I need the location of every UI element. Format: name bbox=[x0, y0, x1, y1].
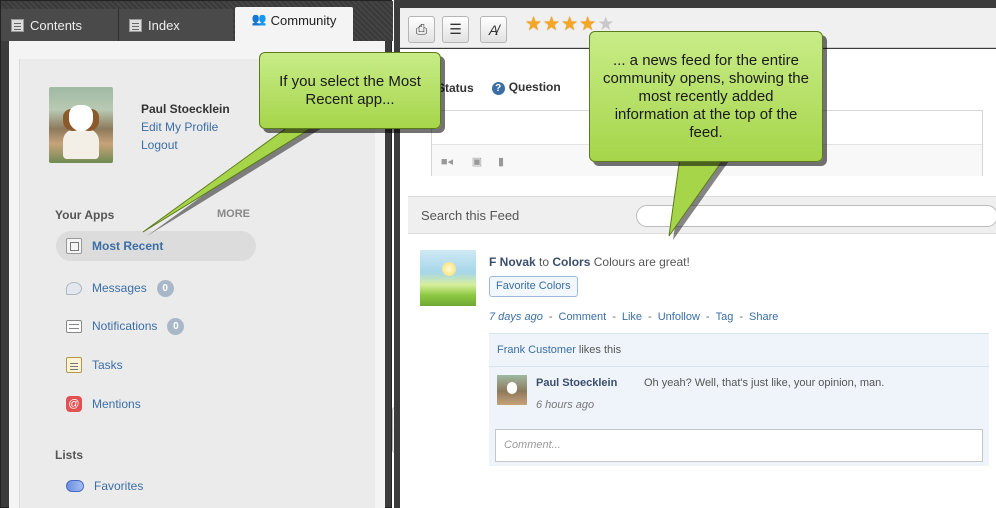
post-connector: to bbox=[539, 255, 550, 269]
comment-action[interactable]: Comment bbox=[559, 311, 607, 323]
clear-highlight-icon: A̸ bbox=[488, 21, 499, 38]
video-icon[interactable]: ■◂ bbox=[436, 152, 458, 170]
list-icon: ☰ bbox=[449, 21, 462, 37]
separator: - bbox=[648, 311, 652, 323]
nav-tab-bar: Contents Index 👥 Community bbox=[1, 1, 393, 41]
separator: - bbox=[612, 311, 616, 323]
post-author[interactable]: F Novak bbox=[489, 255, 536, 269]
app-label: Messages bbox=[92, 281, 147, 295]
app-label: Most Recent bbox=[92, 239, 164, 253]
post-header: F Novak to Colors Colours are great! bbox=[489, 255, 690, 269]
tab-contents-label: Contents bbox=[30, 17, 83, 33]
app-label: Mentions bbox=[92, 397, 141, 411]
comment-item: Paul Stoecklein Oh yeah? Well, that's ju… bbox=[489, 366, 989, 422]
print-button[interactable]: ⎙ bbox=[408, 16, 435, 43]
avatar-dog-head bbox=[69, 105, 93, 131]
composer-tab-question-label: Question bbox=[508, 80, 561, 94]
app-messages[interactable]: Messages 0 bbox=[56, 273, 174, 303]
comment-avatar[interactable] bbox=[497, 375, 527, 405]
feed-search-label: Search this Feed bbox=[421, 208, 520, 223]
contents-icon bbox=[11, 18, 24, 32]
mentions-icon: @ bbox=[66, 396, 82, 412]
post-timestamp[interactable]: 7 days ago bbox=[489, 311, 543, 323]
rating-star-3[interactable]: ★ bbox=[561, 14, 578, 36]
edit-profile-link[interactable]: Edit My Profile bbox=[141, 120, 218, 134]
app-notifications[interactable]: Notifications 0 bbox=[56, 311, 185, 341]
tab-index[interactable]: Index bbox=[119, 9, 233, 41]
toc-button[interactable]: ☰ bbox=[442, 16, 469, 43]
favorites-icon bbox=[66, 480, 84, 492]
logout-link[interactable]: Logout bbox=[141, 138, 178, 152]
app-label: Notifications bbox=[92, 319, 158, 333]
comment-author[interactable]: Paul Stoecklein bbox=[536, 377, 617, 389]
composer-tab-status[interactable]: Status bbox=[437, 81, 474, 95]
post-tag[interactable]: Favorite Colors bbox=[489, 276, 578, 297]
community-icon: 👥 bbox=[251, 12, 267, 26]
composer-tab-question[interactable]: ? Question bbox=[491, 80, 561, 95]
rating-star-1[interactable]: ★ bbox=[525, 14, 542, 36]
app-mentions[interactable]: @ Mentions bbox=[56, 389, 141, 419]
comment-input[interactable]: Comment... bbox=[495, 429, 983, 462]
callout-news-feed: ... a news feed for the entire community… bbox=[589, 31, 823, 162]
tab-contents[interactable]: Contents bbox=[1, 9, 119, 41]
lists-heading: Lists bbox=[55, 448, 84, 462]
separator: - bbox=[739, 311, 743, 323]
share-action[interactable]: Share bbox=[749, 311, 778, 323]
your-apps-heading: Your Apps bbox=[55, 208, 115, 222]
messages-count-badge: 0 bbox=[156, 279, 174, 297]
post-actions: 7 days ago - Comment - Like - Unfollow -… bbox=[489, 311, 778, 323]
composer-tabs: Status ? Question bbox=[437, 80, 561, 95]
liker-name[interactable]: Frank Customer bbox=[497, 344, 576, 356]
avatar-dog-body bbox=[63, 129, 99, 159]
tab-community[interactable]: 👥 Community bbox=[235, 7, 353, 41]
post-text: Colours are great! bbox=[593, 255, 690, 269]
image-icon[interactable]: ▣ bbox=[466, 152, 488, 170]
more-apps-link[interactable]: MORE bbox=[217, 208, 250, 220]
tab-community-label: Community bbox=[270, 13, 337, 28]
feed-search-input[interactable] bbox=[636, 205, 996, 227]
separator: - bbox=[705, 311, 710, 323]
list-favorites[interactable]: Favorites bbox=[56, 471, 143, 501]
question-icon: ? bbox=[491, 82, 505, 95]
most-recent-icon bbox=[66, 238, 82, 254]
separator: - bbox=[548, 311, 553, 323]
notifications-count-badge: 0 bbox=[167, 317, 185, 335]
tab-index-label: Index bbox=[148, 17, 180, 33]
rating-star-2[interactable]: ★ bbox=[543, 14, 560, 36]
unfollow-action[interactable]: Unfollow bbox=[658, 311, 700, 323]
comment-text: Oh yeah? Well, that's just like, your op… bbox=[644, 377, 885, 389]
list-label: Favorites bbox=[94, 479, 144, 493]
comment-time: 6 hours ago bbox=[536, 399, 595, 411]
tasks-icon bbox=[66, 357, 82, 373]
tag-action[interactable]: Tag bbox=[716, 311, 734, 323]
feed-search-bar: Search this Feed bbox=[408, 196, 996, 234]
file-icon[interactable]: ▮ bbox=[490, 152, 512, 170]
app-most-recent[interactable]: Most Recent bbox=[56, 231, 256, 261]
messages-icon bbox=[66, 281, 82, 295]
index-icon bbox=[129, 18, 142, 32]
callout-select-app: If you select the Most Recent app... bbox=[259, 52, 441, 129]
notifications-icon bbox=[66, 319, 82, 333]
post-thumbnail[interactable] bbox=[420, 250, 476, 306]
like-action[interactable]: Like bbox=[622, 311, 642, 323]
print-icon: ⎙ bbox=[415, 21, 428, 37]
app-tasks[interactable]: Tasks bbox=[56, 350, 123, 380]
profile-avatar[interactable] bbox=[49, 87, 113, 163]
post-group[interactable]: Colors bbox=[552, 255, 590, 269]
profile-name: Paul Stoecklein bbox=[141, 102, 230, 116]
app-label: Tasks bbox=[92, 358, 123, 372]
likes-summary: Frank Customer likes this bbox=[497, 344, 621, 356]
post-engagement-box: Frank Customer likes this Paul Stoecklei… bbox=[489, 333, 989, 466]
clear-highlight-button[interactable]: A̸ bbox=[480, 16, 507, 43]
likes-suffix: likes this bbox=[578, 344, 622, 356]
